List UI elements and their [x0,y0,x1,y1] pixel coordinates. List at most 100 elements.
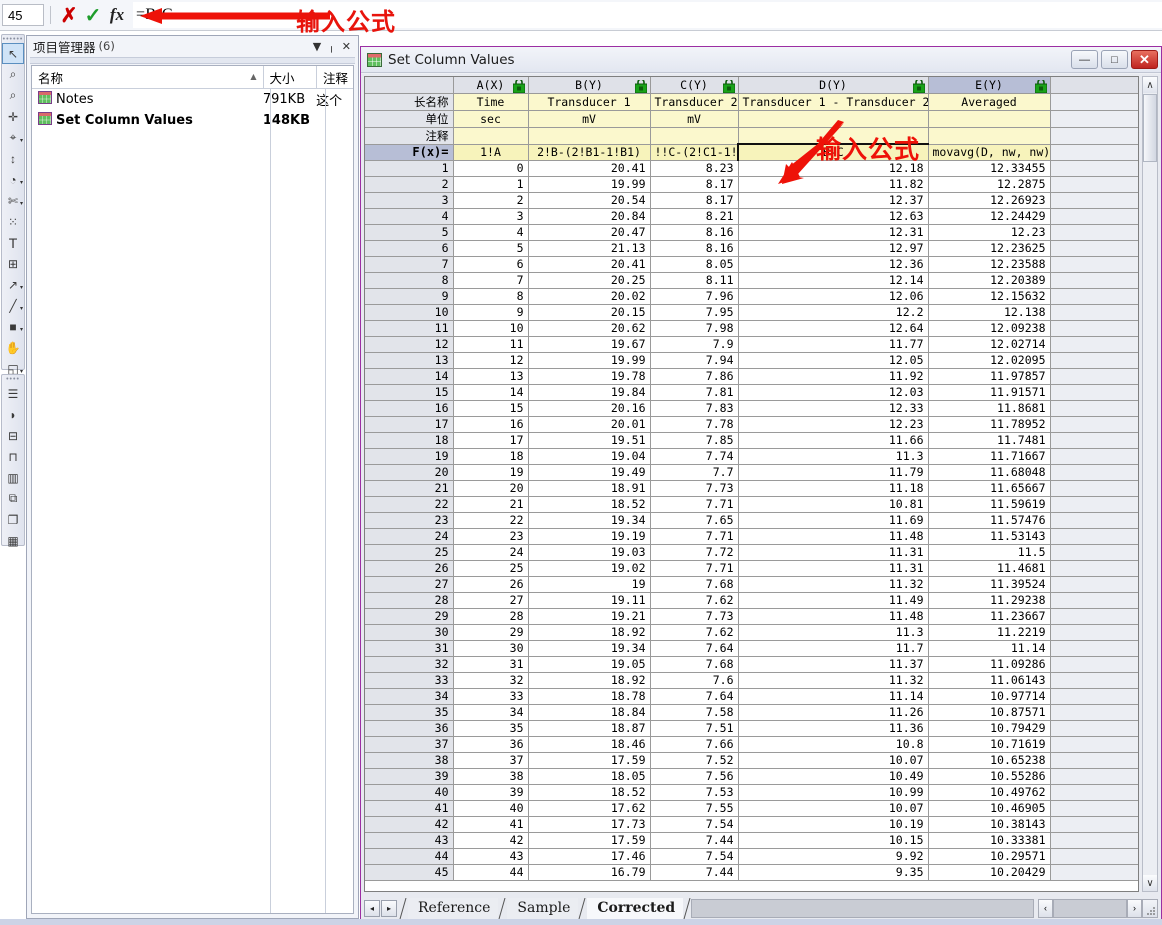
data-cell[interactable]: 20.84 [528,208,651,225]
data-cell[interactable]: 19 [453,464,529,481]
data-cell[interactable]: 7.54 [650,848,739,865]
data-cell[interactable]: 18.92 [528,672,651,689]
data-cell[interactable]: 17.73 [528,816,651,833]
close-button[interactable]: ✕ [1131,50,1158,69]
data-cell[interactable]: 7.53 [650,784,739,801]
data-cell[interactable]: 11.69 [738,512,929,529]
dropdown-caret-icon[interactable]: ▾ [20,326,23,333]
data-cell[interactable]: 18.78 [528,688,651,705]
data-cell[interactable]: 20.25 [528,272,651,289]
data-cell[interactable]: 10.81 [738,496,929,513]
data-cell[interactable]: 7.54 [650,816,739,833]
row-number[interactable]: 19 [365,448,454,465]
row-number[interactable]: 5 [365,224,454,241]
data-reader-tool-icon[interactable]: ⌖ ▾ [2,127,24,148]
row-number[interactable]: 38 [365,752,454,769]
data-cell[interactable]: 7.83 [650,400,739,417]
close-icon[interactable]: ✕ [342,40,351,53]
data-cell[interactable]: 11.48 [738,608,929,625]
maximize-button[interactable]: □ [1101,50,1128,69]
meta-cell[interactable]: Transducer 1 [528,93,651,111]
meta-cell[interactable] [928,127,1051,145]
data-cell[interactable]: 19.49 [528,464,651,481]
meta-cell[interactable]: Transducer 1 - Transducer 2 [738,93,929,111]
data-cell[interactable]: 19.51 [528,432,651,449]
list-item[interactable]: Notes 791KB 这个 [32,89,353,110]
column-header-D(Y)[interactable]: D(Y) [738,77,929,94]
row-number[interactable]: 44 [365,848,454,865]
data-cell[interactable]: 10.07 [738,752,929,769]
row-number[interactable]: 16 [365,400,454,417]
row-number[interactable]: 8 [365,272,454,289]
data-cell[interactable]: 10.8 [738,736,929,753]
data-cell[interactable]: 20.02 [528,288,651,305]
row-number[interactable]: 9 [365,288,454,305]
panel-drag-handle[interactable] [30,57,355,64]
row-number[interactable]: 12 [365,336,454,353]
data-cell[interactable]: 30 [453,640,529,657]
vertical-scroll-thumb[interactable] [1143,94,1157,162]
data-cell[interactable]: 18.92 [528,624,651,641]
line-tool-icon[interactable]: ╱ ▾ [2,295,24,316]
data-cell[interactable]: 7.52 [650,752,739,769]
data-cell[interactable]: 12.20389 [928,272,1051,289]
data-cell[interactable]: 20.15 [528,304,651,321]
data-cell[interactable]: 20.54 [528,192,651,209]
regional-data-selector-icon[interactable]: ⁙ [2,211,24,232]
data-cell[interactable]: 29 [453,624,529,641]
data-cell[interactable]: 11.5 [928,544,1051,561]
data-cell[interactable]: 10.46905 [928,800,1051,817]
meta-cell[interactable] [650,127,739,145]
data-cell[interactable]: 22 [453,512,529,529]
data-cell[interactable]: 20.47 [528,224,651,241]
data-cell[interactable]: 2 [453,192,529,209]
data-cell[interactable]: 11.3 [738,624,929,641]
row-number[interactable]: 34 [365,688,454,705]
column-header-name[interactable]: 名称 ▲ [32,66,263,88]
data-cell[interactable]: 1 [453,176,529,193]
data-cell[interactable]: 8.11 [650,272,739,289]
data-cell[interactable]: 9.35 [738,864,929,881]
meta-cell[interactable]: mV [528,110,651,128]
data-cell[interactable]: 38 [453,768,529,785]
data-cell[interactable]: 18.84 [528,704,651,721]
data-cell[interactable]: 12.2875 [928,176,1051,193]
data-cell[interactable]: 25 [453,560,529,577]
data-cell[interactable]: 12.23 [738,416,929,433]
data-cell[interactable]: 7 [453,272,529,289]
data-cell[interactable]: 19.67 [528,336,651,353]
cell-reference-box[interactable]: 45 [2,4,44,26]
scroll-up-arrow-icon[interactable]: ∧ [1143,77,1157,93]
minimize-button[interactable]: — [1071,50,1098,69]
data-cell[interactable]: 8 [453,288,529,305]
row-number[interactable]: 29 [365,608,454,625]
dropdown-caret-icon[interactable]: ▾ [20,305,23,312]
data-cell[interactable]: 7.56 [650,768,739,785]
data-cell[interactable]: 7.74 [650,448,739,465]
data-cell[interactable]: 19.99 [528,352,651,369]
data-cell[interactable]: 15 [453,400,529,417]
data-cell[interactable]: 6 [453,256,529,273]
data-cell[interactable]: 11.71667 [928,448,1051,465]
resize-grip-icon[interactable] [1142,898,1158,918]
data-cell[interactable]: 17 [453,432,529,449]
tab-next-button[interactable]: ▸ [381,899,397,917]
pointer-tool-icon[interactable]: ↖ [2,43,24,64]
column-header-size[interactable]: 大小 [262,66,316,88]
data-cell[interactable]: 7.66 [650,736,739,753]
data-cell[interactable]: 11.26 [738,704,929,721]
toolbar-grip[interactable]: •••• [2,375,24,383]
data-cell[interactable]: 12.24429 [928,208,1051,225]
meta-cell[interactable] [453,127,529,145]
accept-check-icon[interactable]: ✓ [81,3,105,27]
worksheet-script-icon-icon[interactable]: ▥ [2,467,24,488]
data-cell[interactable]: 10.38143 [928,816,1051,833]
data-cell[interactable]: 7.62 [650,592,739,609]
data-cell[interactable]: 12.2 [738,304,929,321]
data-cell[interactable]: 37 [453,752,529,769]
data-cell[interactable]: 12.15632 [928,288,1051,305]
data-cell[interactable]: 42 [453,832,529,849]
set-column-values-icon-icon[interactable]: ⧉ [2,488,24,509]
data-cell[interactable]: 20.01 [528,416,651,433]
data-cell[interactable]: 44 [453,864,529,881]
